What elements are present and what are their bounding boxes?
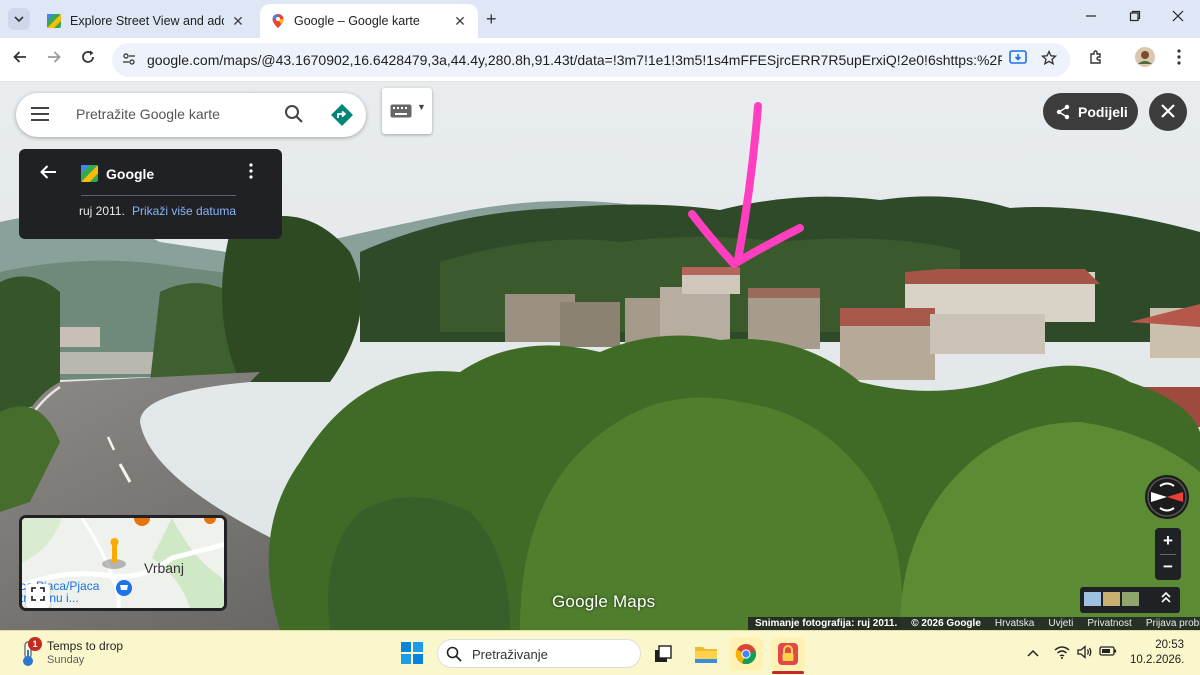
new-tab-button[interactable]: +	[486, 9, 497, 30]
forward-arrow-icon[interactable]	[42, 49, 66, 70]
close-street-view-button[interactable]	[1149, 93, 1187, 131]
url-text: google.com/maps/@43.1670902,16.6428479,3…	[147, 52, 1002, 68]
close-icon	[1161, 104, 1175, 118]
task-view-icon[interactable]	[646, 637, 680, 671]
file-explorer-icon[interactable]	[689, 637, 723, 671]
search-icon[interactable]	[284, 104, 304, 124]
zoom-control: + −	[1155, 528, 1181, 580]
capture-info: Snimanje fotografija: ruj 2011.	[755, 618, 898, 629]
tab-google-karte[interactable]: Google – Google karte ✕	[260, 4, 478, 38]
more-options-icon[interactable]	[1167, 49, 1191, 70]
keyboard-icon	[390, 104, 412, 118]
show-hidden-icons-icon[interactable]	[1023, 645, 1043, 660]
volume-icon[interactable]	[1075, 645, 1095, 662]
weather-title[interactable]: Temps to drop	[47, 639, 123, 653]
clock-time: 20:53	[1155, 639, 1184, 651]
tab-explore-street-view[interactable]: Explore Street View and add yo ✕	[36, 4, 256, 38]
security-lock-app-icon[interactable]	[771, 637, 805, 671]
url-omnibox[interactable]: google.com/maps/@43.1670902,16.6428479,3…	[112, 43, 1070, 77]
browser-tab-bar: Explore Street View and add yo ✕ Google …	[0, 0, 1200, 38]
share-label: Podijeli	[1078, 103, 1128, 120]
divider	[81, 195, 236, 196]
more-options-icon[interactable]	[249, 163, 253, 184]
expand-map-icon[interactable]	[26, 584, 50, 608]
divider	[1160, 554, 1176, 555]
back-arrow-icon[interactable]	[39, 163, 57, 186]
compass-icon	[1147, 477, 1187, 517]
windows-logo-icon	[401, 642, 423, 664]
tab-title: Google – Google karte	[294, 14, 420, 28]
mini-map-place-label: Vrbanj	[144, 560, 184, 576]
contributor-name: Google	[106, 166, 155, 182]
extensions-icon[interactable]	[1084, 49, 1108, 70]
system-clock[interactable]: 20:53 10.2.2026.	[1130, 638, 1184, 668]
zoom-in-button[interactable]: +	[1155, 528, 1181, 554]
google-maps-logo-icon	[81, 165, 98, 182]
share-button[interactable]: Podijeli	[1043, 93, 1138, 130]
google-maps-watermark: Google Maps	[552, 592, 656, 611]
privacy-link[interactable]: Privatnost	[1087, 618, 1131, 629]
restore-icon[interactable]	[1120, 9, 1150, 26]
maps-search-box[interactable]: Pretražite Google karte	[16, 93, 366, 137]
photo-thumbnail[interactable]	[1084, 592, 1101, 606]
search-input[interactable]: Pretražite Google karte	[76, 106, 220, 122]
share-icon	[1056, 104, 1070, 119]
tab-title: Explore Street View and add yo	[70, 14, 224, 28]
chevron-down-icon	[14, 15, 24, 22]
battery-icon[interactable]	[1098, 645, 1118, 660]
bookmark-star-icon[interactable]	[1038, 49, 1060, 70]
hamburger-menu-icon[interactable]	[31, 105, 49, 127]
dropdown-arrow-icon[interactable]: ▼	[417, 102, 426, 112]
search-icon	[446, 646, 462, 662]
google-maps-favicon-icon	[47, 14, 61, 28]
map-pin-favicon-icon	[272, 14, 284, 28]
street-view-info-card: Google ruj 2011. Prikaži više datuma	[19, 149, 282, 239]
tab-search-button[interactable]	[8, 8, 30, 30]
profile-avatar[interactable]	[1133, 46, 1157, 73]
reload-icon[interactable]	[76, 49, 100, 70]
back-arrow-icon[interactable]	[8, 49, 32, 70]
copyright: © 2026 Google	[911, 618, 981, 629]
close-tab-icon[interactable]: ✕	[452, 13, 468, 30]
chrome-icon[interactable]	[729, 637, 763, 671]
wifi-icon[interactable]	[1052, 645, 1072, 662]
keyboard-input-toggle[interactable]: ▼	[382, 88, 432, 134]
street-view-panorama[interactable]: Pretražite Google karte ▼ Google ruj 201…	[0, 82, 1200, 630]
report-problem-link[interactable]: Prijava problema	[1146, 618, 1200, 629]
notification-badge: 1	[28, 637, 42, 651]
close-tab-icon[interactable]: ✕	[230, 13, 246, 30]
mini-map[interactable]: Vrbanj ca Pjaca/Pjacatrgovinu i...	[19, 515, 227, 611]
expand-up-icon[interactable]	[1160, 590, 1172, 606]
active-app-indicator	[772, 671, 804, 674]
site-settings-icon[interactable]	[122, 52, 136, 69]
start-button[interactable]	[401, 642, 423, 664]
map-footer: Snimanje fotografija: ruj 2011. © 2026 G…	[748, 617, 1200, 630]
address-toolbar: google.com/maps/@43.1670902,16.6428479,3…	[0, 38, 1200, 82]
windows-taskbar: 1 Temps to drop Sunday Pretraživanje 20:…	[0, 630, 1200, 675]
taskbar-search-input[interactable]: Pretraživanje	[472, 647, 548, 662]
weather-subtitle: Sunday	[47, 654, 85, 666]
directions-icon[interactable]	[330, 103, 354, 127]
terms-link[interactable]: Uvjeti	[1048, 618, 1073, 629]
weather-widget[interactable]: 1	[18, 637, 42, 668]
zoom-out-button[interactable]: −	[1155, 554, 1181, 580]
photo-thumbnail[interactable]	[1103, 592, 1120, 606]
capture-date: ruj 2011.	[79, 204, 125, 218]
clock-date: 10.2.2026.	[1130, 654, 1185, 666]
taskbar-search[interactable]: Pretraživanje	[437, 639, 641, 668]
photo-thumbnail[interactable]	[1122, 592, 1139, 606]
compass-control[interactable]	[1145, 475, 1189, 519]
show-more-dates-link[interactable]: Prikaži više datuma	[132, 204, 236, 218]
photo-strip-toggle[interactable]	[1080, 587, 1180, 613]
install-app-icon[interactable]	[1007, 50, 1029, 70]
close-window-icon[interactable]	[1163, 9, 1193, 26]
country-link[interactable]: Hrvatska	[995, 618, 1034, 629]
minimize-icon[interactable]	[1076, 9, 1106, 26]
